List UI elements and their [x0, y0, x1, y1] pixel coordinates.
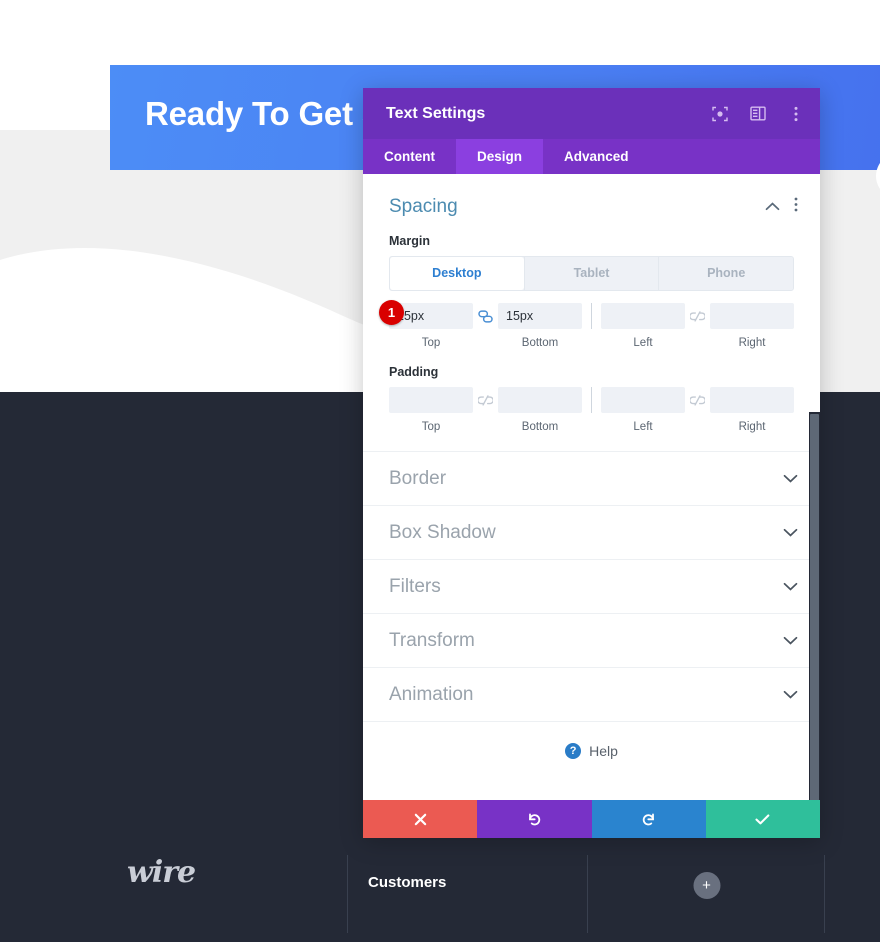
help-bar[interactable]: ? Help — [363, 721, 820, 779]
accordion-box-shadow[interactable]: Box Shadow — [363, 505, 820, 559]
padding-link-top-bottom-icon[interactable] — [473, 387, 498, 413]
kebab-menu-icon[interactable] — [794, 197, 798, 217]
accordion-filters[interactable]: Filters — [363, 559, 820, 613]
chevron-down-icon — [783, 686, 798, 704]
margin-top-caption: Top — [421, 337, 441, 349]
tab-design[interactable]: Design — [456, 139, 544, 174]
page-footer: wire Customers + — [0, 855, 880, 935]
padding-top-input[interactable] — [389, 387, 473, 413]
preview-icon[interactable] — [711, 105, 728, 122]
screen-root: Ready To Get S wire Customers + Text Set… — [0, 0, 880, 942]
spacing-section-header: Spacing — [363, 174, 820, 218]
step-badge-1: 1 — [379, 300, 404, 325]
layout-view-icon[interactable] — [749, 105, 766, 122]
margin-left-caption: Left — [633, 337, 653, 349]
margin-bottom-input[interactable] — [498, 303, 582, 329]
margin-right-field: Right — [710, 303, 794, 349]
chevron-down-icon — [783, 524, 798, 542]
tab-content[interactable]: Content — [363, 139, 456, 174]
save-button[interactable] — [705, 800, 820, 838]
accordion-transform-label: Transform — [389, 629, 475, 651]
chevron-down-icon — [783, 470, 798, 488]
modal-footer-actions — [363, 800, 820, 838]
cancel-button[interactable] — [363, 800, 478, 838]
margin-left-right-pair: Left Right — [601, 303, 794, 349]
margin-bottom-field: Bottom — [498, 303, 582, 349]
padding-inputs-row: Top Bottom Left Right — [389, 387, 794, 433]
padding-bottom-field: Bottom — [498, 387, 582, 433]
margin-bottom-caption: Bottom — [521, 337, 559, 349]
chevron-up-icon[interactable] — [765, 198, 780, 216]
question-mark-icon: ? — [565, 742, 582, 759]
kebab-menu-icon[interactable] — [787, 105, 804, 122]
padding-left-input[interactable] — [601, 387, 685, 413]
modal-body: Spacing Margin Desktop Tablet Phone 1 15… — [363, 174, 820, 800]
padding-row-divider — [591, 387, 592, 413]
margin-right-caption: Right — [738, 337, 766, 349]
padding-left-right-pair: Left Right — [601, 387, 794, 433]
margin-right-input[interactable] — [710, 303, 794, 329]
margin-top-bottom-pair: Top Bottom — [389, 303, 582, 349]
padding-bottom-caption: Bottom — [521, 421, 559, 433]
device-desktop-button[interactable]: Desktop — [390, 257, 524, 290]
accordion-filters-label: Filters — [389, 575, 441, 597]
accordion-box-shadow-label: Box Shadow — [389, 521, 496, 543]
padding-left-field: Left — [601, 387, 685, 433]
footer-column-add: + — [587, 855, 825, 933]
help-label: Help — [589, 742, 618, 759]
device-toggle-group: Desktop Tablet Phone — [389, 256, 794, 291]
modal-header-actions — [711, 105, 804, 122]
margin-row-divider — [591, 303, 592, 329]
footer-logo: wire — [127, 855, 196, 890]
modal-tabs: Content Design Advanced — [363, 139, 820, 174]
padding-top-bottom-pair: Top Bottom — [389, 387, 582, 433]
text-settings-modal: Text Settings Content Design Advanced Sp… — [363, 88, 820, 838]
margin-link-left-right-icon[interactable] — [685, 303, 710, 329]
padding-top-field: Top — [389, 387, 473, 433]
device-phone-button[interactable]: Phone — [658, 257, 793, 290]
redo-button[interactable] — [591, 800, 706, 838]
padding-left-caption: Left — [633, 421, 653, 433]
padding-top-caption: Top — [421, 421, 441, 433]
spacing-section-title: Spacing — [389, 196, 458, 217]
margin-left-input[interactable] — [601, 303, 685, 329]
accordion-animation-label: Animation — [389, 683, 474, 705]
footer-column-customers: Customers — [347, 855, 587, 933]
margin-left-field: Left — [601, 303, 685, 349]
accordion-border-label: Border — [389, 467, 447, 489]
tab-advanced[interactable]: Advanced — [543, 139, 650, 174]
chevron-down-icon — [783, 632, 798, 650]
modal-header: Text Settings — [363, 88, 820, 139]
footer-column-label: Customers — [368, 874, 447, 891]
design-accordion-list: Border Box Shadow Filters Transform Anim… — [363, 451, 820, 721]
padding-link-left-right-icon[interactable] — [685, 387, 710, 413]
modal-scrollbar-thumb[interactable] — [810, 414, 819, 800]
modal-scrollbar[interactable] — [809, 412, 820, 800]
margin-link-top-bottom-icon[interactable] — [473, 303, 498, 329]
footer-column-divider — [824, 855, 825, 933]
padding-bottom-input[interactable] — [498, 387, 582, 413]
accordion-border[interactable]: Border — [363, 451, 820, 505]
modal-title: Text Settings — [386, 104, 486, 122]
padding-right-input[interactable] — [710, 387, 794, 413]
spacing-section-actions — [765, 197, 798, 217]
padding-right-field: Right — [710, 387, 794, 433]
chevron-down-icon — [783, 578, 798, 596]
accordion-transform[interactable]: Transform — [363, 613, 820, 667]
add-module-button[interactable]: + — [693, 872, 720, 899]
hero-title: Ready To Get S — [145, 95, 384, 132]
padding-right-caption: Right — [738, 421, 766, 433]
accordion-animation[interactable]: Animation — [363, 667, 820, 721]
device-tablet-button[interactable]: Tablet — [523, 257, 659, 290]
undo-button[interactable] — [477, 800, 592, 838]
padding-label: Padding — [389, 365, 439, 379]
margin-inputs-row: 1 Top Bottom — [379, 300, 794, 349]
margin-label: Margin — [389, 234, 430, 248]
